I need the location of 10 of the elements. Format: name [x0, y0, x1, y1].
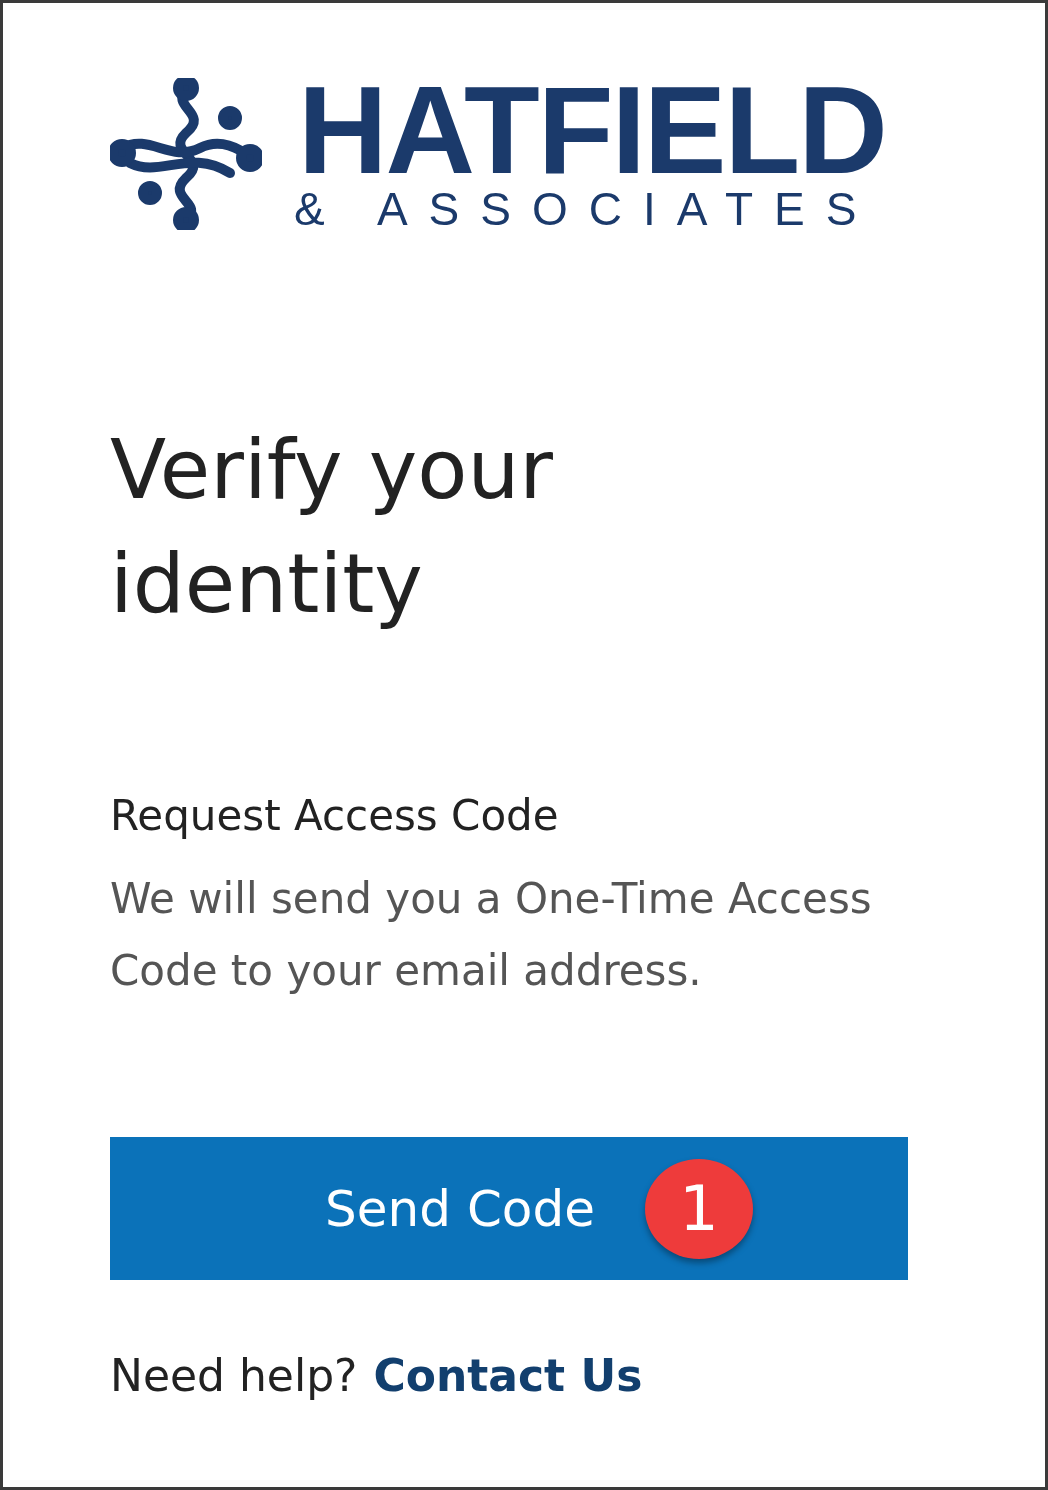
description: We will send you a One-Time Access Code to your email address. [110, 873, 873, 997]
help-text: Need help? [110, 1350, 358, 1401]
brand-name: HATFIELD [298, 75, 886, 185]
brand-tagline: & ASSOCIATES [294, 185, 879, 233]
section-title: Request Access Code [110, 791, 560, 841]
number-badge: 1 [644, 1158, 753, 1259]
contact-link[interactable]: Contact Us [373, 1350, 643, 1401]
logo-icon [110, 78, 262, 230]
send-code-button[interactable]: Send Code 1 [110, 1137, 908, 1280]
page-heading: Verify your identity [110, 421, 555, 633]
